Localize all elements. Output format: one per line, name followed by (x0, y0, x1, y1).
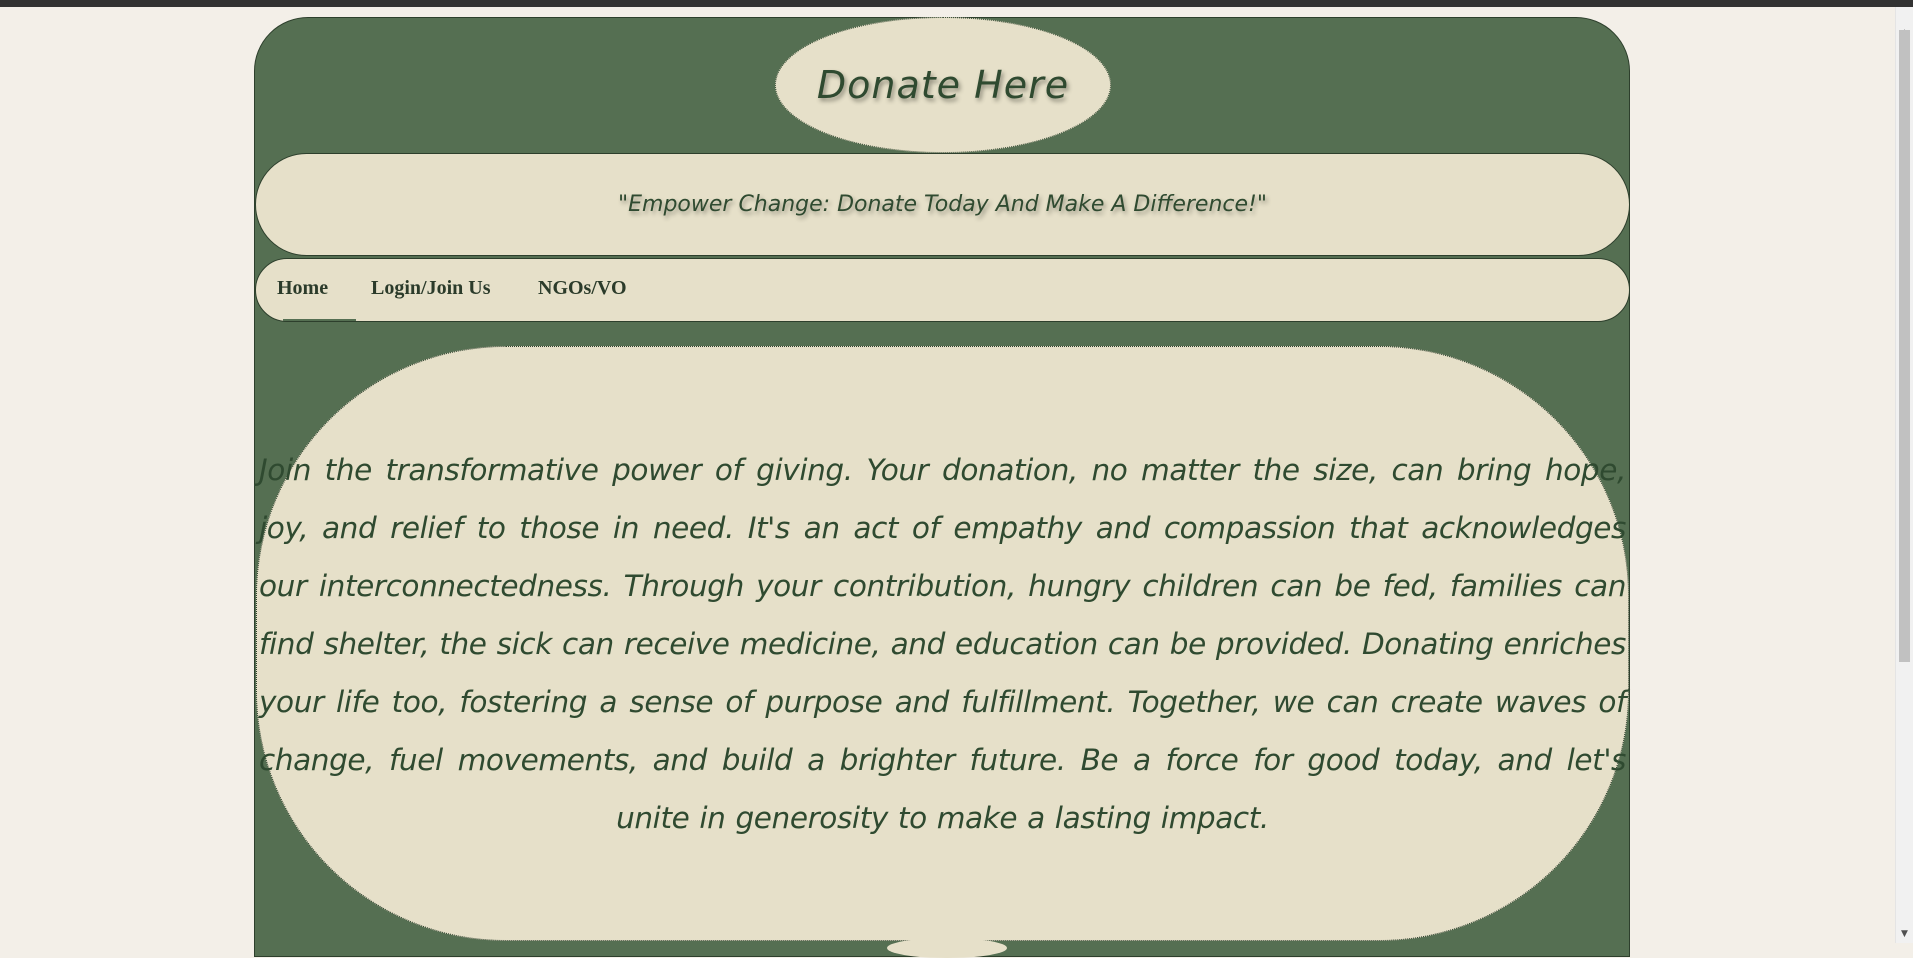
tagline-banner: "Empower Change: Donate Today And Make A… (255, 153, 1630, 256)
scroll-down-icon[interactable]: ▼ (1896, 926, 1913, 943)
next-section-peek (887, 938, 1007, 958)
vertical-scrollbar[interactable]: ▲ ▼ (1895, 7, 1913, 943)
body-paragraph: Join the transformative power of giving.… (259, 452, 1626, 835)
scrollbar-thumb[interactable] (1899, 30, 1910, 662)
nav-item-home[interactable]: Home (277, 277, 328, 300)
page-title: Donate Here (816, 63, 1070, 107)
title-oval: Donate Here (775, 17, 1111, 153)
active-tab-underline (283, 319, 356, 321)
content-panel: Join the transformative power of giving.… (256, 346, 1629, 941)
nav-item-login-join[interactable]: Login/Join Us (371, 277, 490, 300)
nav-item-ngos[interactable]: NGOs/VO (538, 277, 627, 300)
browser-top-bar (0, 0, 1913, 7)
tagline-text: "Empower Change: Donate Today And Make A… (618, 192, 1267, 217)
main-nav: Home Login/Join Us NGOs/VO (255, 258, 1630, 322)
